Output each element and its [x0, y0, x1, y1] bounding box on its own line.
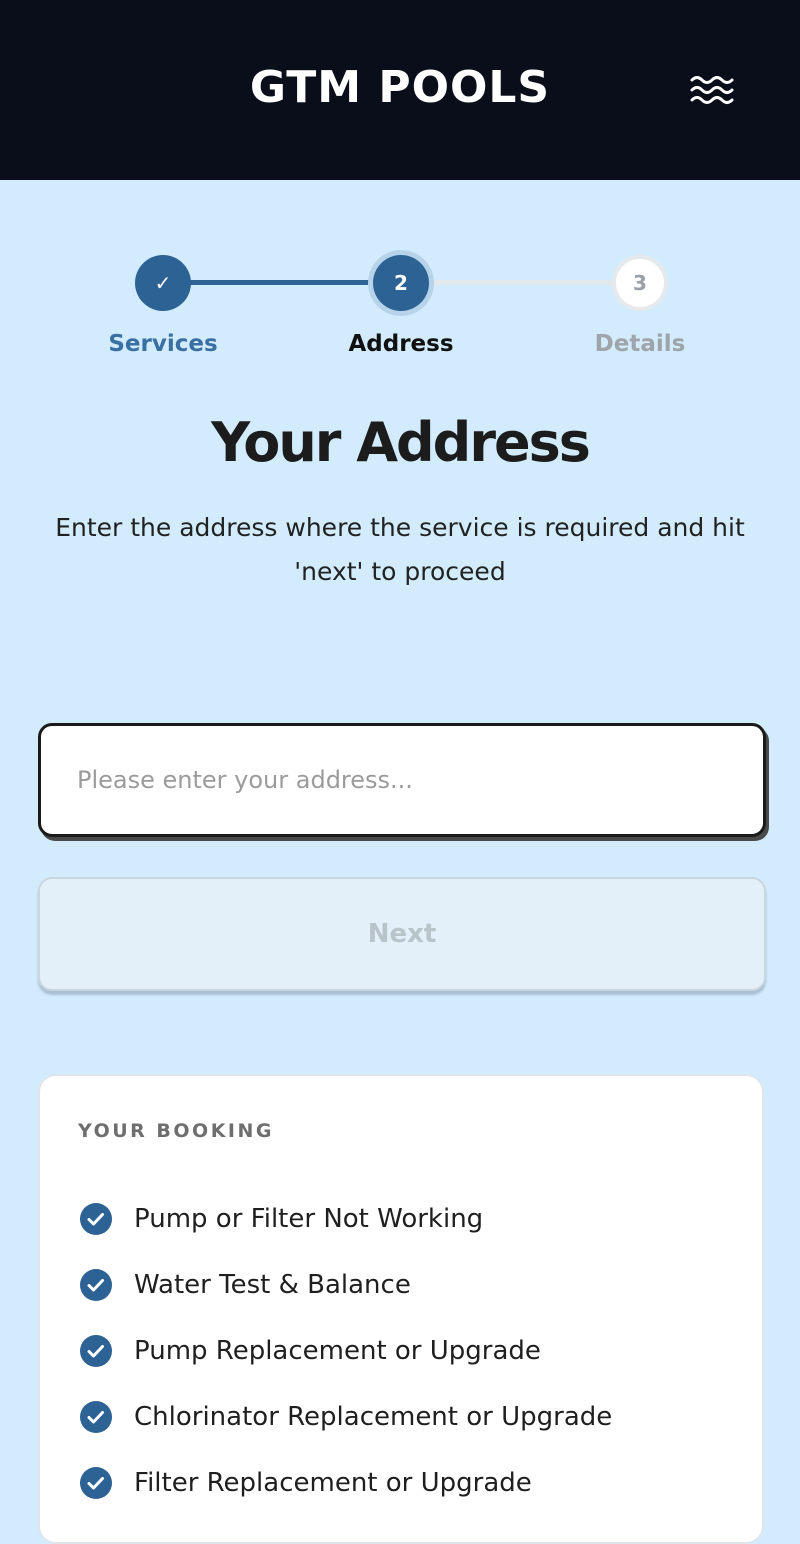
booking-list: Pump or Filter Not Working Water Test & … — [80, 1186, 612, 1516]
step-address-marker: 2 — [373, 255, 429, 311]
check-circle-icon — [80, 1467, 112, 1499]
step-connector-completed — [190, 280, 375, 285]
check-circle-icon — [80, 1335, 112, 1367]
brand-logo[interactable]: GTM POOLS — [0, 56, 800, 120]
list-item: Filter Replacement or Upgrade — [80, 1450, 612, 1516]
check-circle-icon — [80, 1401, 112, 1433]
step-services-marker[interactable]: ✓ — [135, 255, 191, 311]
page-instructions: Enter the address where the service is r… — [55, 513, 745, 586]
booking-item-label: Pump or Filter Not Working — [134, 1204, 484, 1234]
booking-item-label: Chlorinator Replacement or Upgrade — [134, 1402, 613, 1432]
list-item: Pump or Filter Not Working — [80, 1186, 612, 1252]
waves-menu-icon[interactable] — [684, 66, 740, 114]
booking-item-label: Pump Replacement or Upgrade — [134, 1336, 541, 1366]
step-services-label[interactable]: Services — [63, 328, 263, 360]
list-item: Pump Replacement or Upgrade — [80, 1318, 612, 1384]
step-connector-upcoming — [430, 280, 615, 285]
booking-summary-card: YOUR BOOKING Pump or Filter Not Working … — [38, 1074, 764, 1544]
page-title: Your Address — [211, 411, 591, 474]
booking-item-label: Filter Replacement or Upgrade — [134, 1468, 532, 1498]
step-details-marker: 3 — [612, 255, 668, 311]
address-input[interactable] — [38, 723, 766, 837]
check-circle-icon — [80, 1203, 112, 1235]
site-header: GTM POOLS — [0, 0, 800, 180]
list-item: Water Test & Balance — [80, 1252, 612, 1318]
step-address-label: Address — [348, 331, 454, 357]
check-circle-icon — [80, 1269, 112, 1301]
next-button[interactable]: Next — [38, 877, 766, 991]
checkmark-icon: ✓ — [154, 271, 172, 295]
booking-item-label: Water Test & Balance — [134, 1270, 411, 1300]
booking-summary-title: YOUR BOOKING — [78, 1120, 274, 1142]
step-details-label: Details — [594, 331, 686, 357]
list-item: Chlorinator Replacement or Upgrade — [80, 1384, 612, 1450]
